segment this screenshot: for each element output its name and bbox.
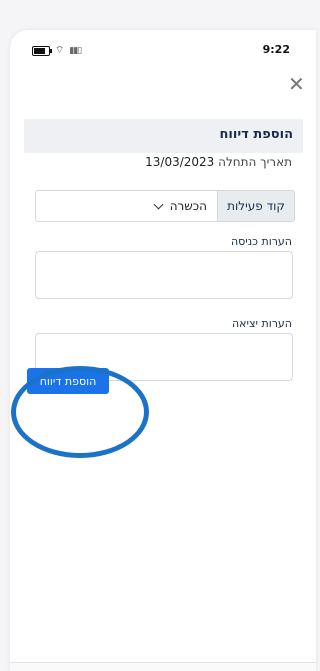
start-date-value: 13/03/2023	[145, 155, 215, 169]
activity-code-group: קוד פעילות הכשרה	[35, 190, 295, 222]
start-date-row: תאריך התחלה 13/03/2023	[145, 155, 292, 169]
entry-notes-textarea[interactable]	[35, 251, 293, 299]
close-icon[interactable]: ✕	[288, 74, 305, 94]
chevron-down-icon	[153, 199, 164, 210]
bottom-bar	[10, 662, 316, 671]
status-bar: ⌔ ▮▮▯ 9:22	[10, 43, 316, 59]
activity-code-label: קוד פעילות	[217, 191, 294, 221]
start-date-label: תאריך התחלה	[218, 155, 292, 169]
activity-code-value: הכשרה	[169, 199, 207, 213]
entry-notes-label: הערות כניסה	[230, 235, 292, 248]
activity-code-select[interactable]: הכשרה	[36, 191, 217, 221]
wifi-icon: ⌔	[55, 45, 65, 56]
add-report-button[interactable]: הוספת דיווח	[27, 368, 109, 394]
exit-notes-label: הערות יציאה	[232, 317, 292, 330]
signal-icon: ▮▮▯	[69, 45, 82, 56]
mobile-screen: ⌔ ▮▮▯ 9:22 ✕ הוספת דיווח תאריך התחלה 13/…	[10, 30, 316, 671]
battery-icon	[32, 45, 52, 56]
status-icons: ⌔ ▮▮▯	[32, 44, 82, 57]
form-title: הוספת דיווח	[219, 127, 293, 142]
form-header: הוספת דיווח	[24, 119, 303, 153]
status-time: 9:22	[262, 43, 290, 56]
